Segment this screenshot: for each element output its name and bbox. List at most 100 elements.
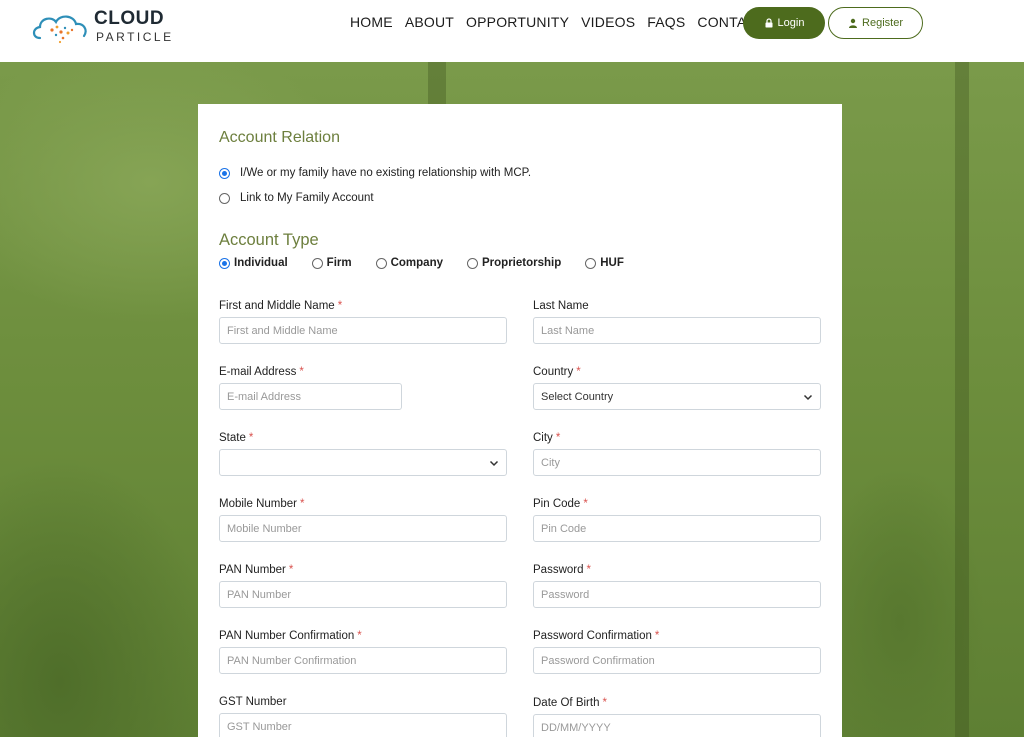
required-mark: * (602, 697, 607, 709)
label-text: Last Name (533, 300, 589, 312)
country-group: Country * Select Country (533, 365, 821, 410)
mobile-input[interactable]: Mobile Number (219, 515, 507, 542)
state-label: State * (219, 431, 507, 445)
account-type-firm[interactable]: Firm (311, 257, 352, 269)
pin-code-group: Pin Code * Pin Code (533, 497, 821, 542)
nav-videos[interactable]: VIDEOS (581, 14, 635, 30)
background-pillar (955, 62, 969, 737)
nav-home[interactable]: HOME (350, 14, 393, 30)
label-text: First and Middle Name (219, 300, 335, 312)
password-label: Password * (533, 563, 821, 577)
brand-subtitle: PARTICLE (96, 30, 174, 44)
password-group: Password * Password (533, 563, 821, 608)
state-group: State * (219, 431, 507, 476)
label-text: State (219, 432, 246, 444)
radio-button[interactable] (219, 257, 230, 269)
register-button[interactable]: Register (828, 7, 923, 39)
account-type-options: Individual Firm Company Proprietorship H… (219, 257, 648, 269)
label-text: Password (533, 564, 584, 576)
first-middle-name-input[interactable]: First and Middle Name (219, 317, 507, 344)
nav-about[interactable]: ABOUT (405, 14, 454, 30)
account-type-label: Individual (234, 257, 288, 269)
pan-confirm-group: PAN Number Confirmation * PAN Number Conf… (219, 629, 507, 674)
state-select[interactable] (219, 449, 507, 476)
required-mark: * (583, 498, 588, 510)
site-header: CLOUD PARTICLE HOME ABOUT OPPORTUNITY VI… (0, 0, 1024, 62)
relation-option-link-family[interactable]: Link to My Family Account (219, 192, 374, 204)
first-middle-name-group: First and Middle Name * First and Middle … (219, 299, 507, 344)
account-type-label: Firm (326, 257, 352, 269)
brand-name: CLOUD (94, 8, 165, 29)
pan-label: PAN Number * (219, 563, 507, 577)
account-type-company[interactable]: Company (375, 257, 443, 269)
required-mark: * (337, 300, 343, 312)
required-mark: * (586, 564, 591, 576)
city-label: City * (533, 431, 821, 445)
required-mark: * (654, 630, 660, 642)
account-type-label: Proprietorship (482, 257, 562, 269)
chevron-down-icon (489, 460, 499, 466)
city-input[interactable]: City (533, 449, 821, 476)
gst-input[interactable]: GST Number (219, 713, 507, 737)
radio-button[interactable] (219, 167, 230, 179)
radio-button[interactable] (375, 257, 387, 269)
logo[interactable]: CLOUD PARTICLE (30, 8, 171, 48)
dob-input[interactable]: DD/MM/YYYY (533, 714, 821, 737)
gst-group: GST Number GST Number (219, 695, 507, 737)
last-name-input[interactable]: Last Name (533, 317, 821, 344)
email-group: E-mail Address * E-mail Address (219, 365, 507, 410)
required-mark: * (555, 432, 561, 444)
last-name-group: Last Name Last Name (533, 299, 821, 344)
nav-faqs[interactable]: FAQS (647, 14, 685, 30)
relation-option-no-existing[interactable]: I/We or my family have no existing relat… (219, 167, 531, 179)
label-text: Mobile Number (219, 498, 297, 510)
cloud-logo-icon (32, 15, 87, 44)
radio-button[interactable] (467, 257, 478, 269)
radio-button[interactable] (311, 257, 323, 269)
city-group: City * City (533, 431, 821, 476)
mobile-group: Mobile Number * Mobile Number (219, 497, 507, 542)
registration-form: Account Relation I/We or my family have … (198, 104, 842, 737)
chevron-down-icon (803, 394, 813, 400)
dob-label: Date Of Birth * (533, 696, 821, 710)
account-type-label: HUF (600, 257, 624, 269)
password-input[interactable]: Password (533, 581, 821, 608)
email-label: E-mail Address * (219, 365, 507, 379)
mobile-label: Mobile Number * (219, 497, 507, 511)
dob-group: Date Of Birth * DD/MM/YYYY (533, 696, 821, 737)
label-text: Date Of Birth (533, 697, 600, 709)
label-text: Pin Code (533, 498, 581, 510)
pan-input[interactable]: PAN Number (219, 581, 507, 608)
account-type-individual[interactable]: Individual (219, 257, 288, 269)
main-nav: HOME ABOUT OPPORTUNITY VIDEOS FAQS CONTA… (350, 14, 785, 30)
label-text: PAN Number (219, 564, 286, 576)
user-icon (849, 18, 858, 28)
label-text: E-mail Address (219, 366, 297, 378)
country-select[interactable]: Select Country (533, 383, 821, 410)
pin-code-label: Pin Code * (533, 497, 821, 511)
login-button[interactable]: Login (743, 7, 825, 39)
login-label: Login (777, 17, 805, 29)
required-mark: * (288, 564, 294, 576)
required-mark: * (357, 630, 362, 642)
radio-button[interactable] (219, 192, 230, 204)
label-text: GST Number (219, 696, 287, 708)
required-mark: * (299, 498, 305, 510)
register-label: Register (862, 17, 903, 29)
relation-option-label: I/We or my family have no existing relat… (240, 167, 532, 179)
account-type-huf[interactable]: HUF (585, 257, 624, 269)
password-confirm-input[interactable]: Password Confirmation (533, 647, 821, 674)
account-type-proprietorship[interactable]: Proprietorship (467, 257, 561, 269)
relation-option-label: Link to My Family Account (240, 192, 374, 204)
nav-opportunity[interactable]: OPPORTUNITY (466, 14, 569, 30)
first-middle-name-label: First and Middle Name * (219, 299, 507, 313)
pin-code-input[interactable]: Pin Code (533, 515, 821, 542)
required-mark: * (299, 366, 304, 378)
required-mark: * (576, 366, 581, 378)
account-relation-title: Account Relation (219, 129, 340, 146)
email-input[interactable]: E-mail Address (219, 383, 402, 410)
pan-confirm-input[interactable]: PAN Number Confirmation (219, 647, 507, 674)
lock-icon (765, 18, 773, 28)
radio-button[interactable] (585, 257, 597, 269)
required-mark: * (248, 432, 254, 444)
